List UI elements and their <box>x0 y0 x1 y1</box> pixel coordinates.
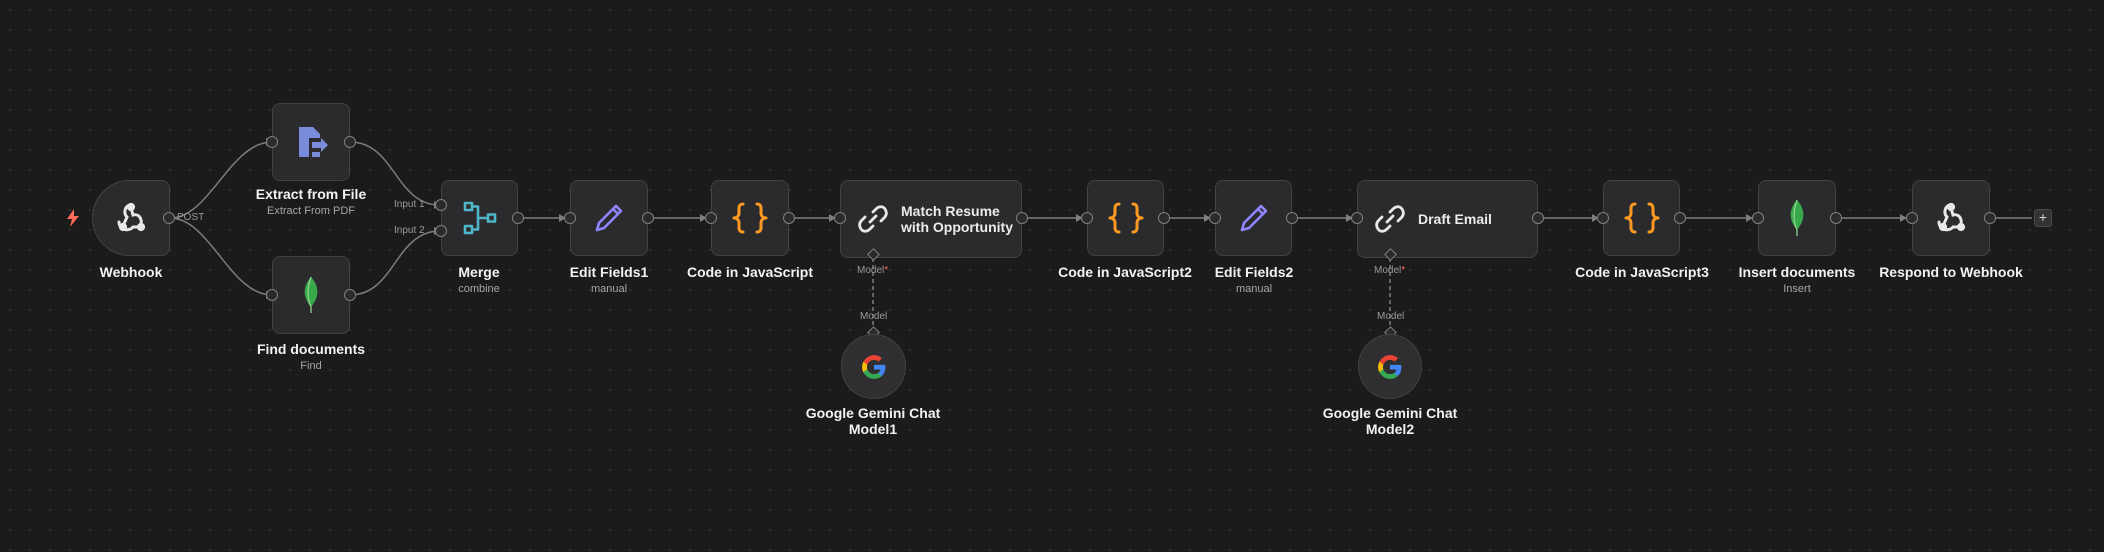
node-edit-fields2[interactable] <box>1215 180 1292 256</box>
webhook-method-label: POST <box>177 212 205 223</box>
link-icon <box>857 203 889 235</box>
code2-input-port[interactable] <box>1081 212 1093 224</box>
node-merge[interactable] <box>441 180 518 256</box>
draft-input-port[interactable] <box>1351 212 1363 224</box>
edit2-output-port[interactable] <box>1286 212 1298 224</box>
webhook-icon <box>1933 200 1969 236</box>
merge-input-2-label: Input 2 <box>394 225 425 236</box>
edge-webhook-extract <box>169 138 273 219</box>
webhook-output-port[interactable] <box>163 212 175 224</box>
match-input-port[interactable] <box>834 212 846 224</box>
respond-title: Respond to Webhook <box>1879 264 2023 280</box>
match-title: Match Resume with Opportunity <box>901 203 1013 235</box>
code1-input-port[interactable] <box>705 212 717 224</box>
pencil-icon <box>592 201 626 235</box>
node-code-in-javascript2[interactable] <box>1087 180 1164 256</box>
add-node-button[interactable]: + <box>2034 209 2052 227</box>
node-gemini-chat-model1[interactable] <box>841 334 906 399</box>
extract-input-port[interactable] <box>266 136 278 148</box>
google-g-icon <box>1377 354 1403 380</box>
code2-output-port[interactable] <box>1158 212 1170 224</box>
code1-output-port[interactable] <box>783 212 795 224</box>
code-braces-icon <box>731 200 769 236</box>
find-title: Find documents <box>256 341 366 357</box>
extract-file-icon <box>293 124 329 160</box>
webhook-title: Webhook <box>99 264 163 280</box>
code-braces-icon <box>1623 200 1661 236</box>
find-subtitle: Find <box>300 360 322 372</box>
code3-title: Code in JavaScript3 <box>1575 264 1709 280</box>
match-model-label: Model* <box>857 265 889 276</box>
find-output-port[interactable] <box>344 289 356 301</box>
node-extract-from-file[interactable] <box>272 103 350 181</box>
edit1-output-port[interactable] <box>642 212 654 224</box>
node-draft-email[interactable]: Draft Email <box>1357 180 1538 258</box>
node-edit-fields1[interactable] <box>570 180 648 256</box>
code3-input-port[interactable] <box>1597 212 1609 224</box>
node-gemini-chat-model2[interactable] <box>1358 334 1422 399</box>
code-braces-icon <box>1107 200 1145 236</box>
edit2-title: Edit Fields2 <box>1214 264 1294 280</box>
merge-icon <box>462 200 498 236</box>
extract-title: Extract from File <box>255 186 367 202</box>
draft-output-port[interactable] <box>1532 212 1544 224</box>
match-output-port[interactable] <box>1016 212 1028 224</box>
merge-subtitle: combine <box>458 283 500 295</box>
gemini2-title: Google Gemini Chat Model2 <box>1322 405 1458 437</box>
extract-subtitle: Extract From PDF <box>266 205 356 217</box>
node-insert-documents[interactable] <box>1758 180 1836 256</box>
node-match-resume[interactable]: Match Resume with Opportunity <box>840 180 1022 258</box>
insert-output-port[interactable] <box>1830 212 1842 224</box>
insert-title: Insert documents <box>1738 264 1856 280</box>
merge-input-port-2[interactable] <box>435 225 447 237</box>
code3-output-port[interactable] <box>1674 212 1686 224</box>
google-g-icon <box>861 354 887 380</box>
edit2-subtitle: manual <box>1235 283 1273 295</box>
extract-output-port[interactable] <box>344 136 356 148</box>
node-find-documents[interactable] <box>272 256 350 334</box>
draft-model-label: Model* <box>1374 265 1406 276</box>
edit1-subtitle: manual <box>590 283 628 295</box>
find-input-port[interactable] <box>266 289 278 301</box>
trigger-bolt-icon <box>66 209 80 232</box>
insert-subtitle: Insert <box>1783 283 1811 295</box>
merge-output-port[interactable] <box>512 212 524 224</box>
node-code-in-javascript3[interactable] <box>1603 180 1680 256</box>
gemini1-title: Google Gemini Chat Model1 <box>805 405 941 437</box>
code1-title: Code in JavaScript <box>686 264 814 280</box>
gemini1-model-label: Model <box>860 311 888 322</box>
edit2-input-port[interactable] <box>1209 212 1221 224</box>
draft-title: Draft Email <box>1418 211 1492 227</box>
edit1-input-port[interactable] <box>564 212 576 224</box>
node-code-in-javascript[interactable] <box>711 180 789 256</box>
edge-webhook-find <box>169 217 273 299</box>
merge-input-1-label: Input 1 <box>394 199 425 210</box>
node-webhook[interactable] <box>92 180 170 256</box>
respond-input-port[interactable] <box>1906 212 1918 224</box>
mongodb-leaf-icon <box>301 276 321 314</box>
respond-output-port[interactable] <box>1984 212 1996 224</box>
edge-find-merge <box>349 227 441 296</box>
merge-input-port-1[interactable] <box>435 199 447 211</box>
link-icon <box>1374 203 1406 235</box>
workflow-canvas[interactable]: POST Webhook Extract from File Extract F… <box>0 0 2104 552</box>
pencil-icon <box>1237 201 1271 235</box>
insert-input-port[interactable] <box>1752 212 1764 224</box>
mongodb-leaf-icon <box>1787 199 1807 237</box>
webhook-icon <box>113 200 149 236</box>
node-respond-to-webhook[interactable] <box>1912 180 1990 256</box>
gemini2-model-label: Model <box>1377 311 1405 322</box>
